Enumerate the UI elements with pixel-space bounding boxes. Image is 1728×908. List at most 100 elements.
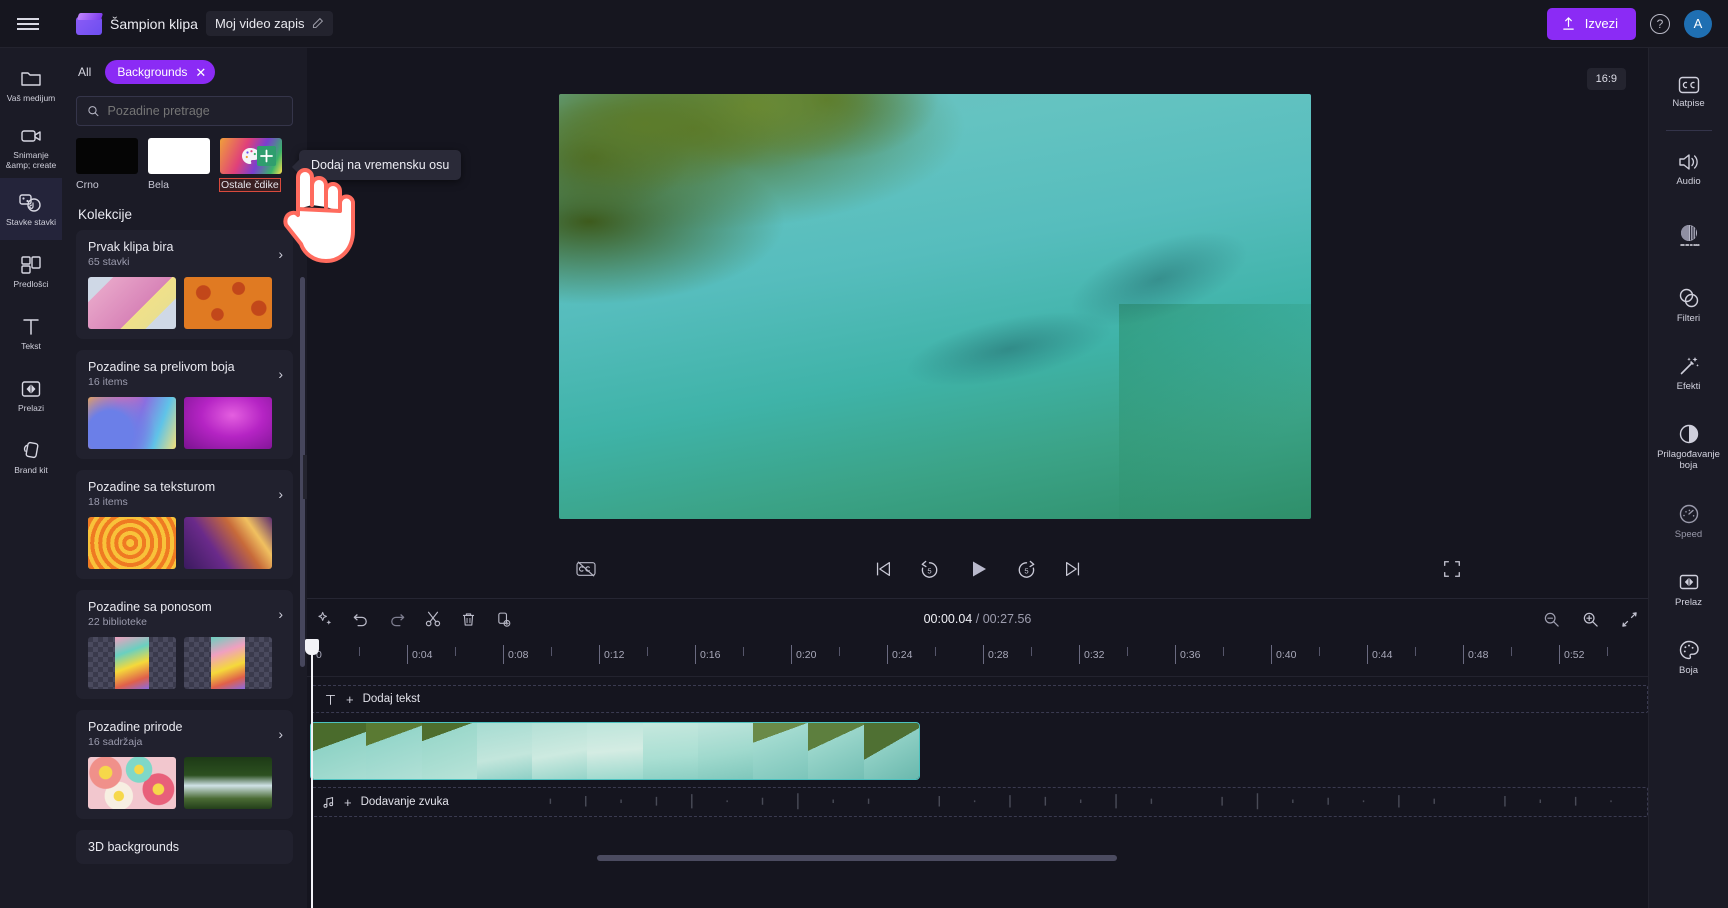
playhead[interactable] bbox=[305, 639, 319, 908]
sidebar-item-content-library[interactable]: Stavke stavki bbox=[0, 178, 62, 240]
aspect-ratio-badge[interactable]: 16:9 bbox=[1586, 68, 1626, 90]
collection-card[interactable]: Prvak klipa bira 65 stavki › bbox=[76, 230, 293, 339]
filter-all[interactable]: All bbox=[78, 65, 91, 79]
fullscreen-button[interactable] bbox=[1442, 546, 1462, 592]
properties-item-label: Filteri bbox=[1676, 312, 1701, 324]
forward-5-icon[interactable]: 5 bbox=[1016, 559, 1037, 580]
properties-item-captions[interactable]: Natpise bbox=[1649, 58, 1728, 126]
sidebar-item-brand-kit[interactable]: Brand kit bbox=[0, 426, 62, 488]
properties-item-audio[interactable]: Audio bbox=[1649, 135, 1728, 203]
collection-thumbnail[interactable] bbox=[184, 517, 272, 569]
solid-color-more[interactable]: Ostale čdike bbox=[219, 138, 282, 193]
zoom-out-icon bbox=[1544, 612, 1559, 627]
collection-thumbnail[interactable] bbox=[88, 277, 176, 329]
undo-button[interactable] bbox=[352, 610, 370, 628]
properties-item-color-adjust[interactable]: Prilagođavanje boja bbox=[1649, 407, 1728, 487]
brand[interactable]: Šampion klipa bbox=[76, 12, 198, 35]
text-track[interactable]: + Dodaj tekst bbox=[311, 685, 1648, 713]
collection-card[interactable]: Pozadine prirode 16 sadržaja › bbox=[76, 710, 293, 819]
swatch[interactable] bbox=[220, 138, 282, 174]
filter-chip-backgrounds[interactable]: Backgrounds ✕ bbox=[105, 60, 216, 84]
properties-item-effects[interactable]: Efekti bbox=[1649, 339, 1728, 407]
duplicate-button[interactable] bbox=[495, 611, 512, 628]
search-box[interactable] bbox=[76, 96, 293, 126]
properties-item-filters[interactable]: Filteri bbox=[1649, 271, 1728, 339]
content-library-icon bbox=[19, 194, 41, 212]
properties-item-color[interactable]: Boja bbox=[1649, 623, 1728, 691]
solid-color-black[interactable]: Crno bbox=[76, 138, 138, 193]
pointing-hand-cursor bbox=[283, 168, 355, 263]
solid-color-white[interactable]: Bela bbox=[148, 138, 210, 193]
clip-frame bbox=[532, 723, 588, 779]
chevron-right-icon[interactable]: › bbox=[278, 726, 283, 742]
collection-thumbnail[interactable] bbox=[88, 757, 176, 809]
export-button[interactable]: Izvezi bbox=[1546, 7, 1636, 40]
video-preview[interactable] bbox=[559, 94, 1311, 519]
collection-thumbnail[interactable] bbox=[184, 637, 272, 689]
chevron-right-icon[interactable]: › bbox=[278, 606, 283, 622]
ruler-tick-major bbox=[1463, 645, 1464, 664]
filter-row: All Backgrounds ✕ bbox=[62, 48, 307, 92]
audio-track[interactable]: + Dodavanje zvuka bbox=[311, 787, 1648, 817]
swatch[interactable] bbox=[148, 138, 210, 174]
sidebar-item-templates[interactable]: Predlošci bbox=[0, 240, 62, 302]
properties-item-fade[interactable] bbox=[1649, 203, 1728, 271]
playhead-knob[interactable] bbox=[305, 639, 319, 655]
zoom-out-button[interactable] bbox=[1543, 611, 1560, 628]
collection-card[interactable]: 3D backgrounds bbox=[76, 830, 293, 864]
ruler-tick-major bbox=[983, 645, 984, 664]
document-title: Moj video zapis bbox=[214, 16, 305, 31]
chevron-right-icon[interactable]: › bbox=[278, 486, 283, 502]
collection-card[interactable]: Pozadine sa teksturom 18 items › bbox=[76, 470, 293, 579]
ruler-tick-minor bbox=[359, 647, 360, 656]
close-icon[interactable]: ✕ bbox=[195, 66, 206, 79]
magic-ai-button[interactable] bbox=[317, 611, 334, 628]
search-input[interactable] bbox=[107, 104, 282, 118]
collection-thumbnail[interactable] bbox=[88, 517, 176, 569]
rewind-5-icon[interactable]: 5 bbox=[919, 559, 940, 580]
fade-icon bbox=[1679, 225, 1700, 246]
skip-start-icon[interactable] bbox=[873, 559, 893, 579]
sidebar-item-label: Vaš medijum bbox=[6, 92, 56, 103]
collection-count: 16 items bbox=[88, 376, 128, 388]
swatch[interactable] bbox=[76, 138, 138, 174]
collection-name: Pozadine sa ponosom bbox=[88, 600, 212, 614]
hamburger-icon[interactable] bbox=[0, 0, 56, 48]
skip-end-icon[interactable] bbox=[1063, 559, 1083, 579]
sidebar-item-your-media[interactable]: Vaš medijum bbox=[0, 54, 62, 116]
properties-item-transition[interactable]: Prelaz bbox=[1649, 555, 1728, 623]
palette-plus-icon bbox=[242, 146, 276, 166]
transitions-icon bbox=[21, 381, 41, 397]
delete-button[interactable] bbox=[460, 611, 477, 628]
document-title-field[interactable]: Moj video zapis bbox=[205, 11, 333, 36]
captions-cc-icon bbox=[1678, 76, 1699, 93]
collection-thumbnail[interactable] bbox=[88, 637, 176, 689]
split-button[interactable] bbox=[424, 610, 442, 628]
sidebar-item-transitions[interactable]: Prelazi bbox=[0, 364, 62, 426]
ruler-tick-label: 0:40 bbox=[1276, 649, 1297, 661]
collection-thumbnail[interactable] bbox=[184, 397, 272, 449]
play-icon[interactable] bbox=[966, 557, 990, 581]
filters-icon bbox=[1679, 288, 1698, 307]
video-clip[interactable] bbox=[310, 722, 920, 780]
collection-thumbnail[interactable] bbox=[184, 757, 272, 809]
properties-item-label: Boja bbox=[1678, 664, 1698, 676]
collection-card[interactable]: Pozadine sa ponosom 22 biblioteke › bbox=[76, 590, 293, 699]
ruler-tick-major bbox=[887, 645, 888, 664]
properties-item-speed[interactable]: Speed bbox=[1649, 487, 1728, 555]
sidebar-item-text[interactable]: Tekst bbox=[0, 302, 62, 364]
collection-card[interactable]: Pozadine sa prelivom boja 16 items › bbox=[76, 350, 293, 459]
clipchamp-editor: Šampion klipa Moj video zapis Izvezi ? A bbox=[0, 0, 1728, 908]
collection-thumbnail[interactable] bbox=[184, 277, 272, 329]
chevron-right-icon[interactable]: › bbox=[278, 366, 283, 382]
zoom-in-button[interactable] bbox=[1582, 611, 1599, 628]
collection-thumbnail[interactable] bbox=[88, 397, 176, 449]
sidebar-item-record-create[interactable]: Snimanje &amp; create bbox=[0, 116, 62, 178]
fit-to-timeline-button[interactable] bbox=[1621, 611, 1638, 628]
help-circle-icon[interactable]: ? bbox=[1650, 13, 1670, 34]
timeline-ruler[interactable]: 0 0:04 0:08 0:12 0:16 0:20 0:24 0:28 0:32 0:36 0:4… bbox=[307, 639, 1648, 677]
redo-button[interactable] bbox=[388, 610, 406, 628]
chip-label: Backgrounds bbox=[117, 65, 188, 79]
avatar[interactable]: A bbox=[1684, 9, 1712, 38]
timeline-horizontal-scrollbar[interactable] bbox=[597, 855, 1117, 861]
